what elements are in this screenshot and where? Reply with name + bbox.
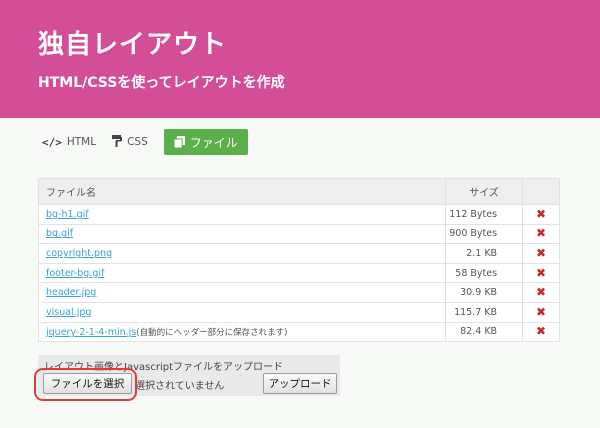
paint-roller-icon (112, 134, 123, 150)
table-row: header.jpg 30.9 KB ✖ (37, 282, 560, 303)
tab-files-label: ファイル (189, 135, 238, 150)
file-link[interactable]: bg-h1.gif (46, 209, 89, 220)
tab-css[interactable]: CSS (108, 129, 152, 155)
file-note: (自動的にヘッダー部分に保存されます) (136, 327, 288, 338)
code-icon: </> (42, 135, 62, 149)
table-row: jquery-2-1-4-min.js(自動的にヘッダー部分に保存されます) 8… (37, 321, 560, 343)
upload-button[interactable]: アップロード (263, 373, 337, 394)
page-subtitle: HTML/CSSを使ってレイアウトを作成 (38, 75, 285, 91)
file-size: 900 Bytes (445, 223, 524, 245)
tab-html-label: HTML (66, 136, 97, 148)
file-link[interactable]: visual.jpg (46, 307, 91, 318)
column-header-delete (522, 178, 560, 205)
page-title: 独自レイアウト (38, 30, 228, 60)
column-header-size: サイズ (445, 178, 524, 205)
file-size: 112 Bytes (445, 204, 524, 225)
tab-css-label: CSS (127, 136, 148, 148)
delete-x-icon[interactable]: ✖ (536, 305, 546, 319)
table-header-row: ファイル名 サイズ (37, 178, 560, 205)
table-row: bg.gif 900 Bytes ✖ (37, 223, 560, 245)
file-size: 82.4 KB (445, 321, 524, 343)
delete-x-icon[interactable]: ✖ (536, 266, 546, 280)
delete-x-icon[interactable]: ✖ (536, 246, 546, 260)
highlight-annotation (34, 368, 137, 401)
table-row: visual.jpg 115.7 KB ✖ (37, 301, 560, 323)
tab-html[interactable]: </> HTML (38, 129, 100, 155)
file-size: 115.7 KB (445, 301, 524, 323)
column-header-filename: ファイル名 (37, 178, 447, 205)
delete-x-icon[interactable]: ✖ (536, 285, 546, 299)
file-size: 58 Bytes (445, 262, 524, 284)
table-row: copyright.png 2.1 KB ✖ (37, 243, 560, 264)
delete-x-icon[interactable]: ✖ (536, 324, 546, 338)
table-row: footer-bg.gif 58 Bytes ✖ (37, 262, 560, 284)
tab-files[interactable]: ファイル (163, 129, 248, 155)
no-file-selected-text: 選択されていません (135, 381, 225, 392)
table-row: bg-h1.gif 112 Bytes ✖ (37, 204, 560, 225)
file-link[interactable]: footer-bg.gif (46, 268, 104, 279)
file-link[interactable]: bg.gif (46, 228, 73, 239)
files-icon (173, 136, 185, 148)
file-link[interactable]: copyright.png (46, 248, 112, 259)
file-table: ファイル名 サイズ bg-h1.gif 112 Bytes ✖ bg.gif 9… (37, 178, 560, 343)
file-size: 2.1 KB (445, 243, 524, 264)
file-link[interactable]: header.jpg (46, 287, 96, 298)
tab-bar: </> HTML CSS ファイル (38, 129, 256, 155)
delete-x-icon[interactable]: ✖ (536, 207, 546, 221)
file-size: 30.9 KB (445, 282, 524, 303)
file-link[interactable]: jquery-2-1-4-min.js (46, 327, 136, 338)
delete-x-icon[interactable]: ✖ (536, 226, 546, 240)
page-header: 独自レイアウト HTML/CSSを使ってレイアウトを作成 (0, 0, 600, 118)
